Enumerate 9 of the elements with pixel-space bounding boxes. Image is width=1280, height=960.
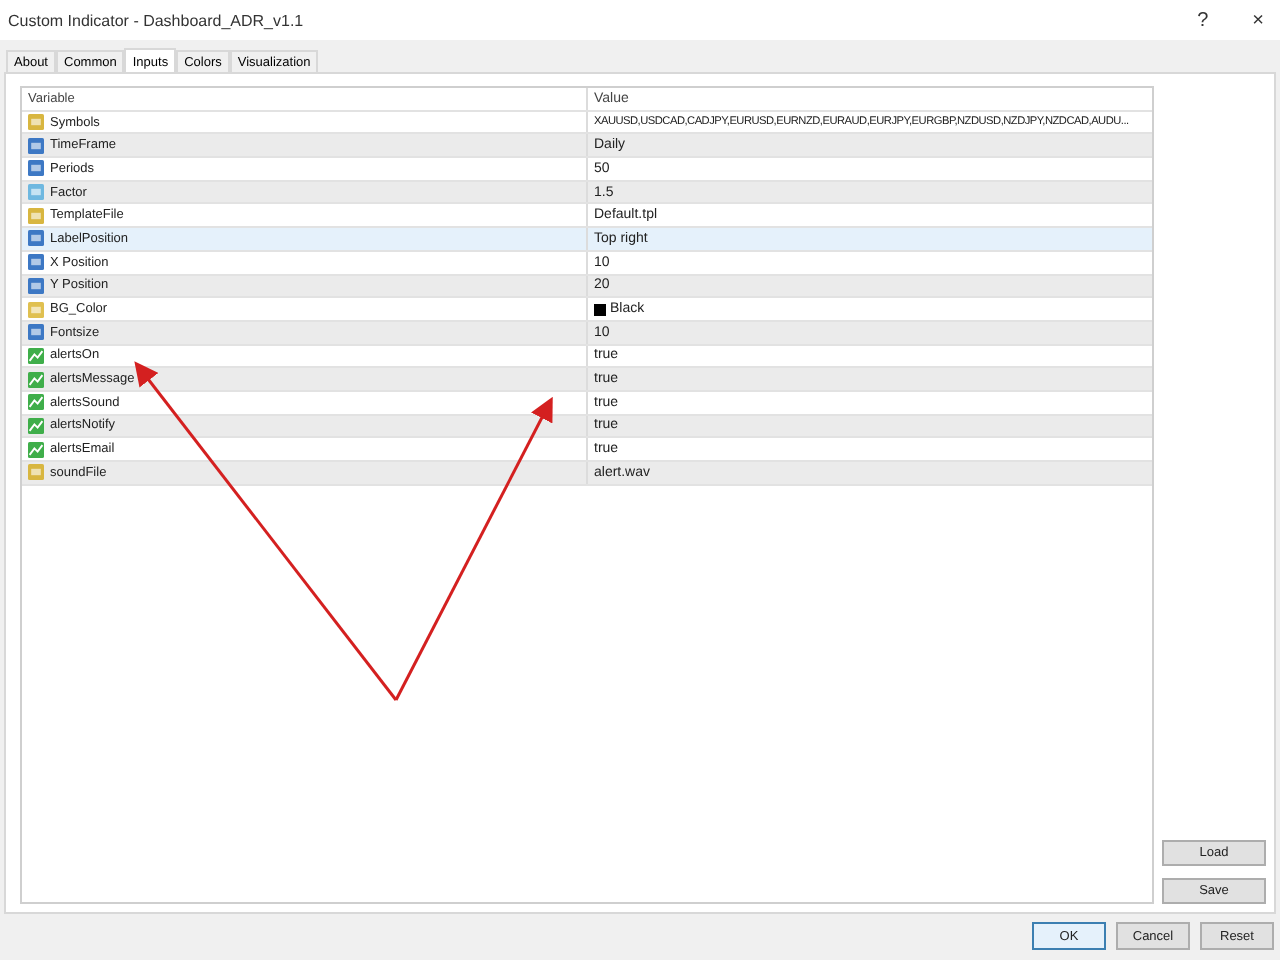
help-button[interactable]: ? (1189, 9, 1217, 31)
type-icon (28, 464, 44, 481)
chart-icon (28, 394, 44, 411)
chart-icon (28, 347, 44, 364)
close-button[interactable]: × (1244, 9, 1272, 31)
chart-icon (28, 441, 44, 458)
chart-icon (28, 417, 44, 434)
window-title: Custom Indicator - Dashboard_ADR_v1.1 (8, 11, 304, 29)
chart-icon (28, 371, 44, 388)
